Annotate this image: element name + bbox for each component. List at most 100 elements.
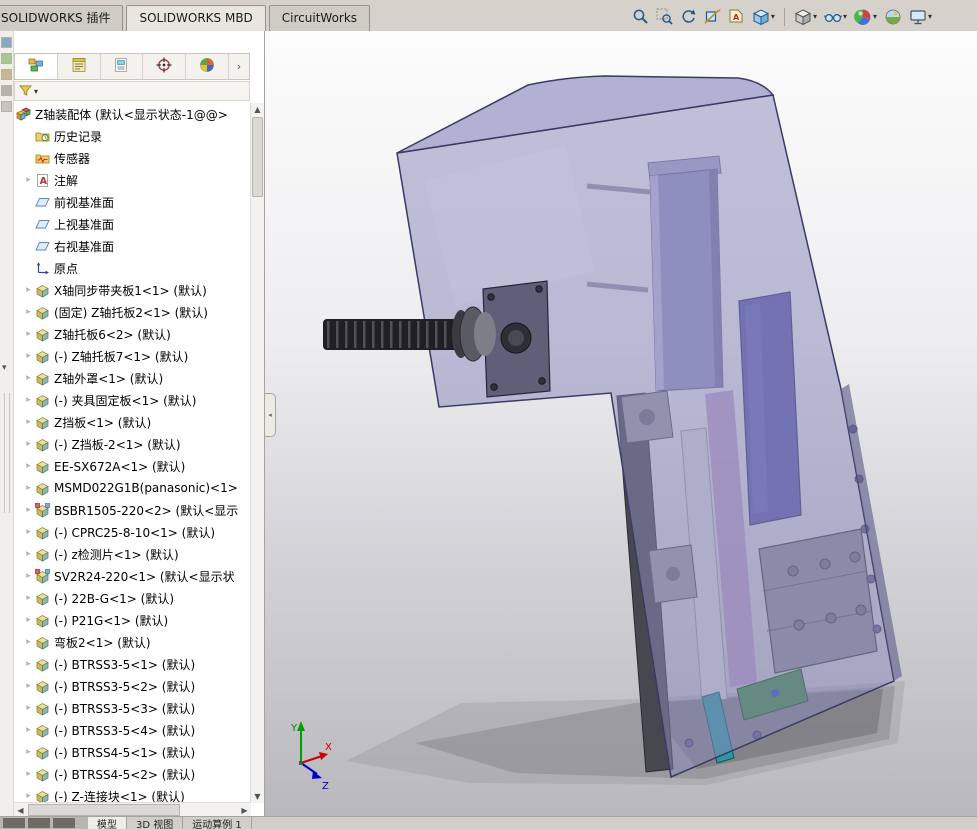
- tree-item[interactable]: ▸ (固定) Z轴托板2<1> (默认): [14, 301, 251, 323]
- statusbar-tab-model[interactable]: 模型: [88, 817, 127, 829]
- tab-solidworks-addins[interactable]: SOLIDWORKS 插件: [0, 5, 124, 31]
- zoom-to-area-icon[interactable]: [655, 7, 674, 26]
- panel-tabs-overflow-button[interactable]: ›: [229, 54, 249, 79]
- expand-arrow-icon[interactable]: ▸: [22, 351, 35, 361]
- expand-arrow-icon[interactable]: ▸: [22, 505, 35, 515]
- expand-arrow-icon[interactable]: ▸: [22, 483, 35, 493]
- expand-arrow-icon[interactable]: ▸: [22, 681, 35, 691]
- expand-arrow-icon[interactable]: ▸: [22, 593, 35, 603]
- section-view-icon[interactable]: [703, 7, 722, 26]
- mini-icon[interactable]: [1, 69, 12, 80]
- zoom-to-fit-icon[interactable]: [631, 7, 650, 26]
- tree-item[interactable]: ▸ (-) 22B-G<1> (默认): [14, 587, 251, 609]
- dropdown-caret-icon[interactable]: ▾: [928, 12, 932, 21]
- expand-arrow-icon[interactable]: ▸: [22, 769, 35, 779]
- filter-funnel-icon[interactable]: [19, 82, 32, 101]
- tree-item[interactable]: ▸ X轴同步带夹板1<1> (默认): [14, 279, 251, 301]
- scroll-up-arrow-icon[interactable]: ▲: [251, 103, 264, 116]
- tree-item[interactable]: ▸ (-) Z轴托板7<1> (默认): [14, 345, 251, 367]
- tree-item[interactable]: 历史记录: [14, 125, 251, 147]
- tree-item[interactable]: 右视基准面: [14, 235, 251, 257]
- horizontal-scroll-thumb[interactable]: [28, 804, 180, 816]
- tree-root-item[interactable]: Z轴装配体 (默认<显示状态-1@@>: [14, 103, 251, 125]
- tab-solidworks-mbd[interactable]: SOLIDWORKS MBD: [126, 5, 266, 31]
- tree-item[interactable]: ▸ A 注解: [14, 169, 251, 191]
- tree-item[interactable]: 传感器: [14, 147, 251, 169]
- apply-scene-icon[interactable]: [883, 7, 903, 27]
- expand-arrow-icon[interactable]: ▸: [22, 285, 35, 295]
- expand-arrow-icon[interactable]: ▸: [22, 395, 35, 405]
- tree-item[interactable]: ▸ (-) BTRSS3-5<2> (默认): [14, 675, 251, 697]
- propertymanager-tab[interactable]: [58, 54, 101, 79]
- view-orientation-icon[interactable]: ▾: [751, 7, 776, 27]
- dimxpertmanager-tab[interactable]: [143, 54, 187, 79]
- tree-item[interactable]: ▸ (-) 夹具固定板<1> (默认): [14, 389, 251, 411]
- displaymanager-tab[interactable]: [186, 54, 229, 79]
- expand-arrow-icon[interactable]: ▸: [22, 175, 35, 185]
- tree-item[interactable]: ▸ 弯板2<1> (默认): [14, 631, 251, 653]
- expand-arrow-icon[interactable]: ▸: [22, 461, 35, 471]
- expand-arrow-icon[interactable]: ▸: [22, 791, 35, 801]
- tree-item[interactable]: ▸ EE-SX672A<1> (默认): [14, 455, 251, 477]
- scroll-down-arrow-icon[interactable]: ▼: [251, 790, 264, 803]
- mini-icon[interactable]: [1, 53, 12, 64]
- tab-circuitworks[interactable]: CircuitWorks: [268, 5, 371, 31]
- view-settings-icon[interactable]: ▾: [908, 7, 933, 27]
- model-3d-view[interactable]: Y X Z: [265, 31, 977, 817]
- statusbar-tab-3d-views[interactable]: 3D 视图: [127, 817, 184, 829]
- tree-item[interactable]: ▸ (-) CPRC25-8-10<1> (默认): [14, 521, 251, 543]
- expand-arrow-icon[interactable]: ▸: [22, 747, 35, 757]
- scroll-right-arrow-icon[interactable]: ▶: [238, 803, 251, 817]
- tree-item[interactable]: ▸ (-) BTRSS4-5<1> (默认): [14, 741, 251, 763]
- tree-item[interactable]: ▸ SV2R24-220<1> (默认<显示状: [14, 565, 251, 587]
- dropdown-caret-icon[interactable]: ▾: [771, 12, 775, 21]
- expand-arrow-icon[interactable]: ▸: [22, 417, 35, 427]
- dropdown-caret-icon[interactable]: ▾: [813, 12, 817, 21]
- graphics-area[interactable]: Y X Z ◂: [265, 31, 977, 817]
- tree-item[interactable]: ▸ Z挡板<1> (默认): [14, 411, 251, 433]
- mini-icon[interactable]: [1, 85, 12, 96]
- filter-caret-icon[interactable]: ▾: [34, 87, 38, 96]
- annotation-views-icon[interactable]: A: [727, 7, 746, 26]
- configurationmanager-tab[interactable]: [101, 54, 144, 79]
- expand-arrow-icon[interactable]: ▸: [22, 329, 35, 339]
- mini-icon[interactable]: [1, 37, 12, 48]
- panel-splitter-handle[interactable]: ◂: [265, 393, 276, 437]
- tree-item[interactable]: ▸ BSBR1505-220<2> (默认<显示: [14, 499, 251, 521]
- dropdown-caret-icon[interactable]: ▾: [843, 12, 847, 21]
- expand-arrow-icon[interactable]: ▸: [22, 373, 35, 383]
- expand-arrow-icon[interactable]: ▸: [22, 725, 35, 735]
- previous-view-icon[interactable]: [679, 7, 698, 26]
- tree-item[interactable]: ▸ (-) P21G<1> (默认): [14, 609, 251, 631]
- display-style-icon[interactable]: ▾: [793, 7, 818, 27]
- tree-item[interactable]: 原点: [14, 257, 251, 279]
- tree-item[interactable]: ▸ (-) BTRSS4-5<2> (默认): [14, 763, 251, 785]
- tree-item[interactable]: ▸ Z轴托板6<2> (默认): [14, 323, 251, 345]
- tree-item[interactable]: ▸ (-) Z-连接块<1> (默认): [14, 785, 251, 803]
- expand-arrow-icon[interactable]: ▸: [22, 527, 35, 537]
- dropdown-caret-icon[interactable]: ▾: [873, 12, 877, 21]
- expand-arrow-icon[interactable]: ▸: [22, 307, 35, 317]
- expand-arrow-icon[interactable]: ▸: [22, 439, 35, 449]
- tree-item[interactable]: ▸ (-) Z挡板-2<1> (默认): [14, 433, 251, 455]
- tree-item[interactable]: 上视基准面: [14, 213, 251, 235]
- expand-arrow-icon[interactable]: ▸: [22, 615, 35, 625]
- statusbar-tab-motion-study[interactable]: 运动算例 1: [183, 817, 252, 829]
- tree-item[interactable]: ▸ MSMD022G1B(panasonic)<1>: [14, 477, 251, 499]
- vertical-scroll-thumb[interactable]: [252, 117, 263, 197]
- edit-appearance-icon[interactable]: ▾: [853, 7, 878, 27]
- tree-item[interactable]: ▸ (-) BTRSS3-5<3> (默认): [14, 697, 251, 719]
- mini-icon[interactable]: [1, 101, 12, 112]
- expand-arrow-icon[interactable]: ▸: [22, 549, 35, 559]
- expand-arrow-icon[interactable]: ▸: [22, 637, 35, 647]
- featuremanager-tab[interactable]: [15, 54, 58, 79]
- tree-item[interactable]: ▸ Z轴外罩<1> (默认): [14, 367, 251, 389]
- expand-arrow-icon[interactable]: ▸: [22, 659, 35, 669]
- tree-item[interactable]: ▸ (-) z检测片<1> (默认): [14, 543, 251, 565]
- tree-item[interactable]: ▸ (-) BTRSS3-5<4> (默认): [14, 719, 251, 741]
- scroll-left-arrow-icon[interactable]: ◀: [14, 803, 27, 817]
- tree-vertical-scrollbar[interactable]: ▲ ▼: [250, 103, 264, 803]
- tree-item[interactable]: 前视基准面: [14, 191, 251, 213]
- hide-show-items-icon[interactable]: ▾: [823, 7, 848, 27]
- expand-arrow-icon[interactable]: ▸: [22, 571, 35, 581]
